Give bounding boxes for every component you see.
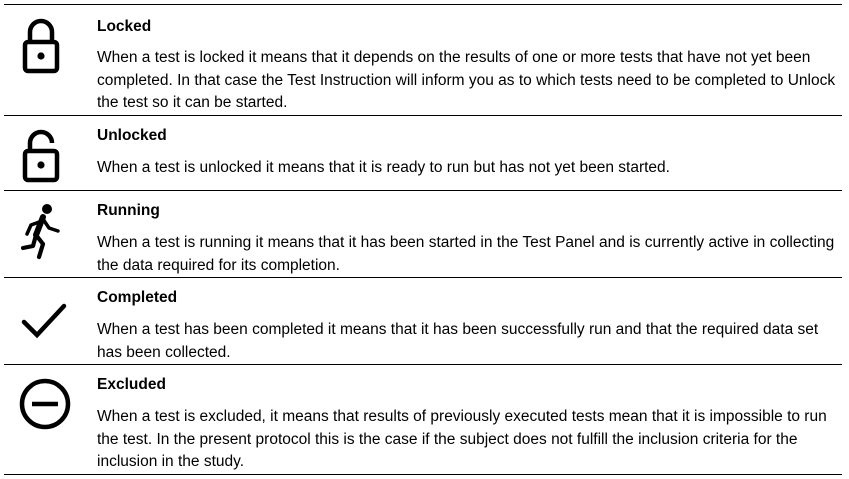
lock-closed-icon [22,18,60,74]
status-title: Running [97,202,160,219]
status-icon-cell [4,5,90,115]
status-icon-cell [4,191,90,277]
status-icon-cell [4,365,90,474]
status-legend-table: Locked When a test is locked it means th… [4,4,842,475]
status-description: When a test has been completed it means … [97,321,819,361]
minus-circle-icon [19,378,71,430]
status-title: Locked [97,18,152,35]
status-title: Completed [97,289,178,306]
status-description: When a test is excluded, it means that r… [97,408,827,470]
status-row-unlocked: Unlocked When a test is unlocked it mean… [4,115,842,190]
checkmark-icon [21,303,67,339]
status-row-completed: Completed When a test has been completed… [4,277,842,364]
status-icon-cell [4,116,90,190]
status-icon-cell [4,278,90,364]
status-row-locked: Locked When a test is locked it means th… [4,4,842,115]
status-description: When a test is running it means that it … [97,234,835,274]
status-title: Unlocked [97,127,167,144]
status-description: When a test is unlocked it means that it… [97,159,670,176]
status-description: When a test is locked it means that it d… [97,49,836,111]
running-person-icon [20,204,60,260]
lock-open-icon [22,129,60,183]
status-row-running: Running When a test is running it means … [4,190,842,277]
status-title: Excluded [97,376,166,393]
status-row-excluded: Excluded When a test is excluded, it mea… [4,364,842,475]
